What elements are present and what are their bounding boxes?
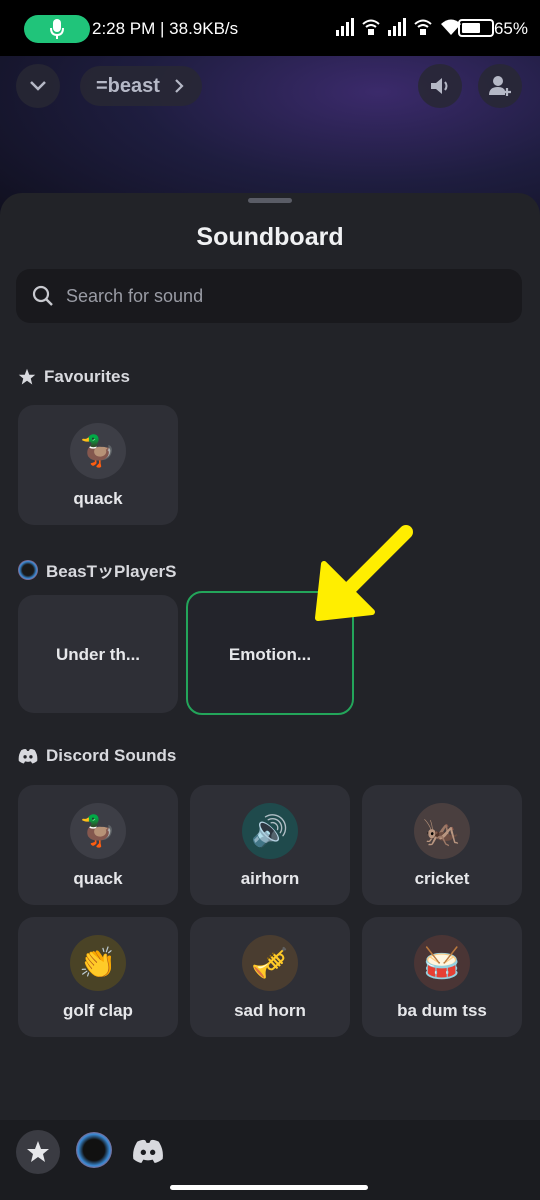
clapping-hands-icon: 👏 <box>70 935 126 991</box>
section-title: Discord Sounds <box>46 746 177 765</box>
search-input[interactable]: Search for sound <box>16 269 522 323</box>
add-member-button[interactable] <box>478 64 522 108</box>
sound-tile-ba-dum-tss[interactable]: 🥁 ba dum tss <box>362 917 522 1037</box>
section-title: BeasTッPlayerS <box>46 562 177 581</box>
sound-tile-cricket[interactable]: 🦗 cricket <box>362 785 522 905</box>
sound-tile-under-the[interactable]: Under th... <box>18 595 178 713</box>
collapse-button[interactable] <box>16 64 60 108</box>
section-discord-header: Discord Sounds <box>18 746 176 766</box>
wifi-calling-icon <box>362 19 380 35</box>
microphone-icon <box>50 19 64 39</box>
add-member-icon <box>489 76 511 96</box>
sound-label: ba dum tss <box>397 1001 487 1020</box>
section-title: Favourites <box>44 367 130 386</box>
discord-icon <box>133 1139 163 1163</box>
speaker-button[interactable] <box>418 64 462 108</box>
soundboard-sheet: Soundboard Search for sound Favourites 🦆… <box>0 193 540 1200</box>
drum-icon: 🥁 <box>414 935 470 991</box>
tab-discord[interactable] <box>130 1136 166 1166</box>
chevron-down-icon <box>30 81 46 91</box>
sheet-grabber[interactable] <box>248 198 292 203</box>
chevron-right-icon <box>175 79 184 93</box>
wifi-calling-icon <box>414 19 432 35</box>
channel-name: =beast <box>96 74 160 97</box>
sheet-title: Soundboard <box>196 223 344 251</box>
sound-tile-quack[interactable]: 🦆 quack <box>18 785 178 905</box>
section-favourites-header: Favourites <box>18 367 130 387</box>
sound-label: Under th... <box>55 645 141 664</box>
sound-label: Emotion... <box>228 645 312 664</box>
speaker-icon <box>431 78 448 94</box>
signal-icon <box>388 18 406 36</box>
status-time: 2:28 PM | 38.9KB/s <box>92 19 239 38</box>
star-icon <box>18 368 36 385</box>
tab-favourites[interactable] <box>16 1130 60 1174</box>
section-server-header: BeasTッPlayerS <box>18 557 176 582</box>
server-avatar-icon <box>18 559 38 580</box>
sound-label: quack <box>73 489 123 508</box>
sound-label: quack <box>73 869 123 888</box>
star-icon <box>27 1141 49 1162</box>
sound-label: sad horn <box>234 1001 306 1020</box>
search-icon <box>32 285 53 306</box>
speaker-icon: 🔊 <box>242 803 298 859</box>
sound-tile-golf-clap[interactable]: 👏 golf clap <box>18 917 178 1037</box>
battery-percent: 65% <box>493 19 528 38</box>
search-placeholder: Search for sound <box>66 285 204 306</box>
cricket-icon: 🦗 <box>414 803 470 859</box>
annotation-arrow-icon <box>315 525 413 621</box>
signal-icon <box>336 18 354 36</box>
sound-tile-quack-favourite[interactable]: 🦆 quack <box>18 405 178 525</box>
sound-label: golf clap <box>63 1001 133 1020</box>
home-indicator[interactable] <box>170 1185 368 1190</box>
duck-icon: 🦆 <box>70 423 126 479</box>
battery-icon <box>458 19 494 37</box>
discord-icon <box>18 749 38 764</box>
duck-icon: 🦆 <box>70 803 126 859</box>
mic-active-indicator <box>24 15 90 43</box>
trumpet-icon: 🎺 <box>242 935 298 991</box>
sound-tile-airhorn[interactable]: 🔊 airhorn <box>190 785 350 905</box>
sound-label: cricket <box>414 869 470 888</box>
tab-server[interactable] <box>76 1132 112 1168</box>
status-bar: 2:28 PM | 38.9KB/s 65% <box>0 0 540 56</box>
channel-name-button[interactable]: =beast <box>80 66 202 106</box>
sound-label: airhorn <box>240 869 300 888</box>
sound-tile-sad-horn[interactable]: 🎺 sad horn <box>190 917 350 1037</box>
